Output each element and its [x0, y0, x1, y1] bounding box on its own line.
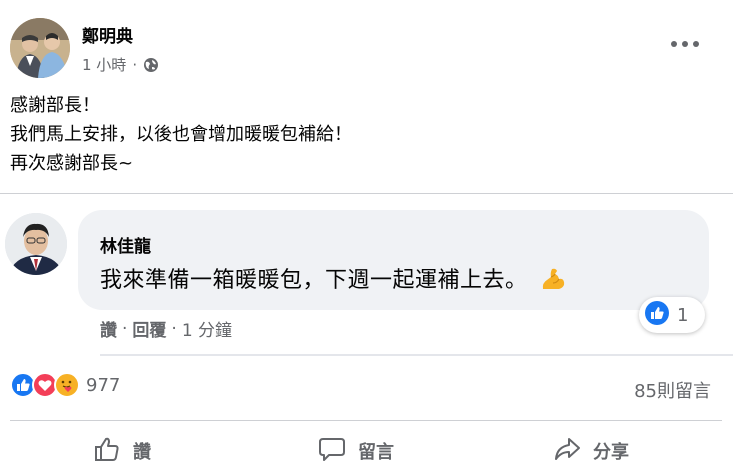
reaction-icons — [10, 372, 80, 398]
reactions-summary[interactable]: 977 — [10, 372, 120, 398]
post-author-name[interactable]: 鄭明典 — [82, 22, 133, 47]
meta-separator: · — [132, 55, 138, 74]
comment-actions: 讚 · 回覆 · 1 分鐘 — [100, 316, 232, 342]
comment-like-button[interactable]: 讚 — [100, 316, 117, 341]
comment-text: 我來準備一箱暖暖包，下週一起運補上去。 — [100, 262, 567, 299]
reaction-count: 977 — [86, 374, 121, 396]
globe-icon — [143, 57, 159, 73]
comment-reply-button[interactable]: 回覆 — [132, 316, 166, 341]
post-text-line: 我們馬上安排，以後也會增加暖暖包補給！ — [10, 124, 352, 145]
comment-text-body: 我來準備一箱暖暖包，下週一起運補上去。 — [100, 268, 528, 293]
separator: · — [122, 318, 128, 339]
thumbs-up-icon — [93, 435, 133, 468]
comment-button-label: 留言 — [358, 442, 394, 463]
divider — [0, 193, 733, 194]
post-header: 鄭明典 1 小時 · — [0, 0, 733, 90]
post-text-line: 再次感謝部長~ — [10, 153, 134, 174]
like-button[interactable]: 讚 — [93, 434, 151, 468]
author-avatar[interactable] — [10, 18, 70, 78]
like-button-label: 讚 — [133, 442, 151, 463]
comment-reaction-count: 1 — [677, 304, 689, 326]
care-reaction-icon — [54, 372, 80, 398]
comment-author-name[interactable]: 林佳龍 — [100, 232, 151, 257]
post-text-line: 感謝部長！ — [10, 95, 100, 116]
comment-bubble: 林佳龍 我來準備一箱暖暖包，下週一起運補上去。 — [78, 210, 709, 310]
comment-bubble-icon — [318, 435, 358, 468]
post-meta: 1 小時 · — [82, 54, 159, 75]
share-button-label: 分享 — [593, 442, 629, 463]
divider — [10, 420, 722, 421]
share-button[interactable]: 分享 — [553, 434, 629, 468]
separator: · — [171, 318, 177, 339]
commenter-avatar[interactable] — [5, 213, 67, 275]
comments-count-link[interactable]: 85則留言 — [634, 377, 711, 403]
comment-time[interactable]: 1 分鐘 — [182, 316, 232, 341]
post-time[interactable]: 1 小時 — [82, 54, 126, 75]
more-options-icon[interactable] — [671, 34, 699, 54]
like-reaction-icon — [645, 301, 669, 329]
comment-reaction-chip[interactable]: 1 — [639, 297, 705, 333]
divider — [100, 354, 733, 356]
post-text: 感謝部長！ 我們馬上安排，以後也會增加暖暖包補給！ 再次感謝部長~ — [10, 91, 352, 178]
flexed-biceps-emoji — [539, 265, 567, 299]
share-arrow-icon — [553, 435, 593, 468]
comment-button[interactable]: 留言 — [318, 434, 394, 468]
